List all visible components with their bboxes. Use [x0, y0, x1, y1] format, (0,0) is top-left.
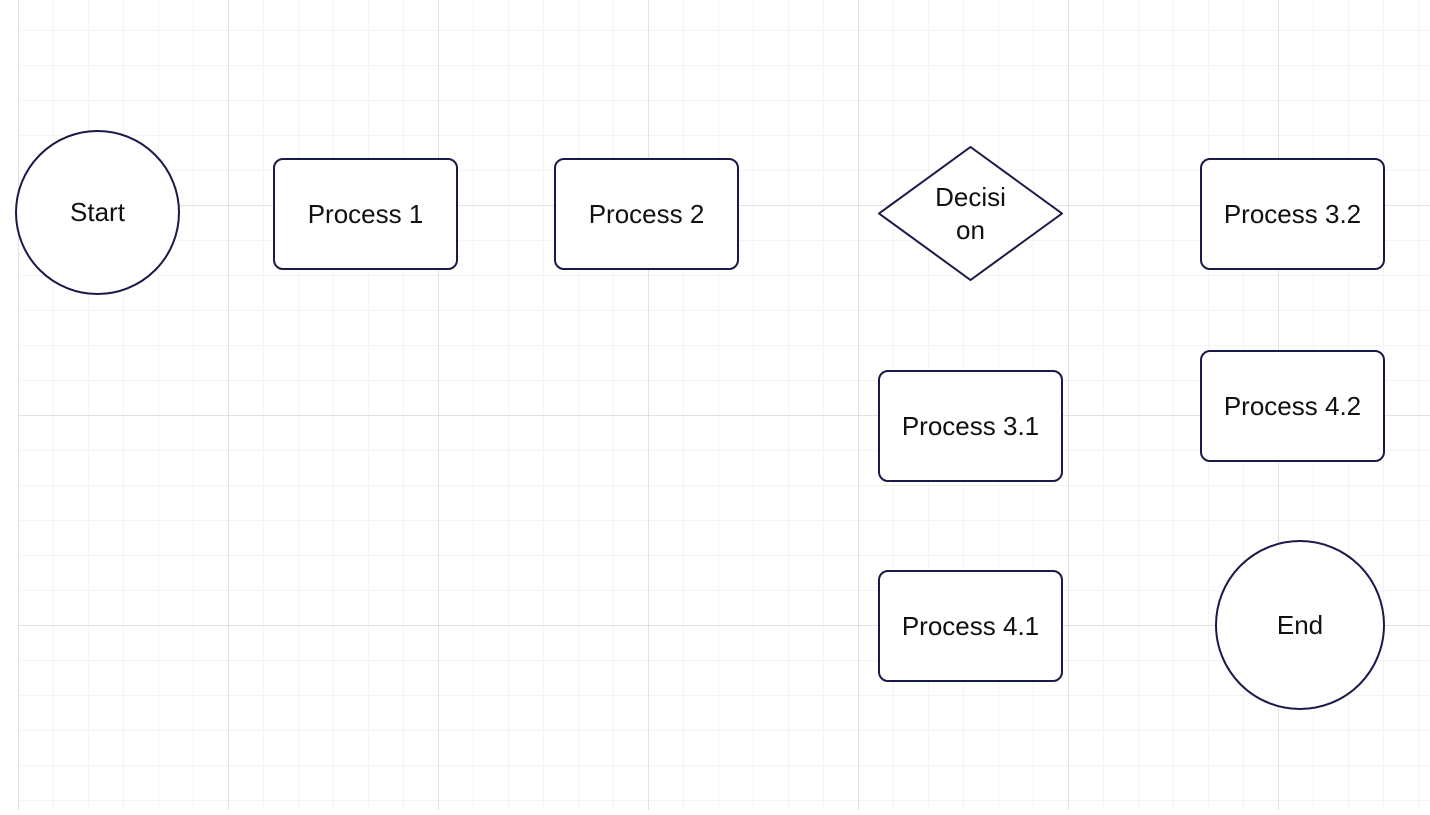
node-label: Decision [926, 177, 1016, 250]
node-process-2[interactable]: Process 2 [554, 158, 739, 270]
node-label: Process 3.1 [898, 406, 1043, 447]
node-process-4-2[interactable]: Process 4.2 [1200, 350, 1385, 462]
diagram-canvas[interactable]: Start Process 1 Process 2 Decision Proce… [0, 0, 1430, 815]
node-label: Start [66, 192, 129, 233]
node-start[interactable]: Start [15, 130, 180, 295]
node-label: Process 2 [585, 194, 709, 235]
node-decision[interactable]: Decision [878, 146, 1063, 281]
node-process-4-1[interactable]: Process 4.1 [878, 570, 1063, 682]
node-label: End [1273, 605, 1327, 646]
node-process-3-2[interactable]: Process 3.2 [1200, 158, 1385, 270]
node-label: Process 4.2 [1220, 386, 1365, 427]
node-process-3-1[interactable]: Process 3.1 [878, 370, 1063, 482]
node-process-1[interactable]: Process 1 [273, 158, 458, 270]
node-label: Process 1 [304, 194, 428, 235]
node-end[interactable]: End [1215, 540, 1385, 710]
node-label: Process 3.2 [1220, 194, 1365, 235]
node-label: Process 4.1 [898, 606, 1043, 647]
